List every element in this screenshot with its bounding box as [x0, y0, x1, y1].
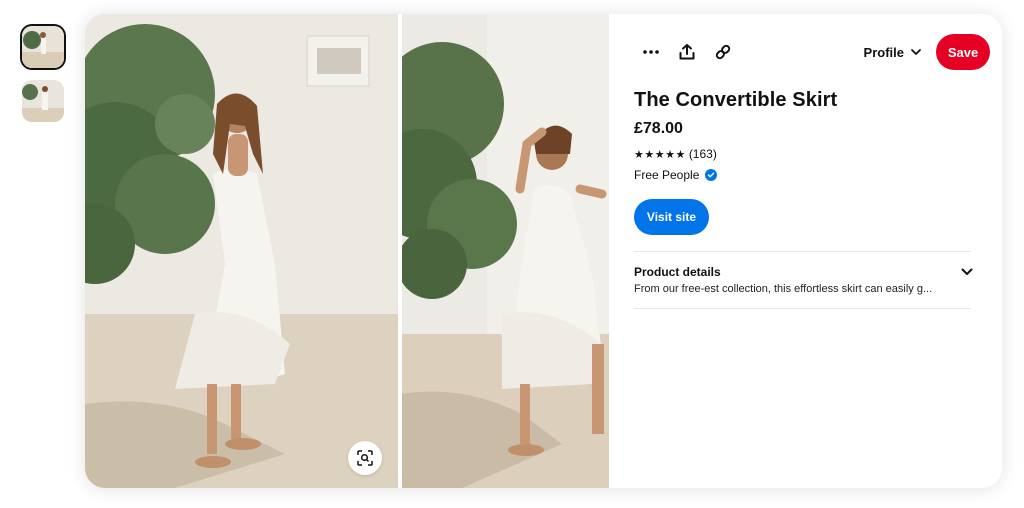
thumbnail-1-image [22, 26, 64, 68]
product-rating[interactable]: ★★★★★ (163) [634, 147, 717, 161]
visual-search-button[interactable] [348, 441, 382, 475]
product-details-toggle[interactable]: Product details [634, 265, 974, 279]
thumbnail-list [22, 26, 64, 134]
merchant-name: Free People [634, 168, 700, 182]
profile-label: Profile [863, 44, 904, 60]
divider [634, 251, 971, 252]
profile-selector[interactable]: Profile [864, 45, 922, 60]
product-price: £78.00 [634, 120, 683, 137]
share-button[interactable] [669, 34, 705, 70]
chevron-down-icon [961, 268, 973, 275]
visit-site-button[interactable]: Visit site [634, 199, 709, 235]
thumbnail-1[interactable] [22, 26, 64, 68]
product-image-1[interactable] [85, 14, 398, 488]
pin-card: Profile Save The Convertible Skirt £78.0… [85, 14, 1002, 488]
product-details-text: From our free-est collection, this effor… [634, 283, 933, 295]
merchant[interactable]: Free People [634, 168, 718, 182]
star-rating-icon: ★★★★★ [634, 148, 686, 161]
product-details-heading: Product details [634, 265, 721, 279]
rating-count: (163) [688, 147, 717, 161]
thumbnail-2-image [22, 80, 64, 122]
more-options-button[interactable] [633, 34, 669, 70]
action-toolbar: Profile Save [633, 34, 990, 70]
verified-check-icon [705, 169, 718, 181]
save-button[interactable]: Save [936, 34, 990, 70]
details-panel: Profile Save The Convertible Skirt £78.0… [609, 14, 1002, 488]
divider [634, 308, 971, 309]
product-title: The Convertible Skirt [634, 89, 838, 111]
thumbnail-2[interactable] [22, 80, 64, 122]
copy-link-button[interactable] [705, 34, 741, 70]
link-icon [715, 44, 731, 60]
ellipsis-icon [643, 50, 659, 54]
lens-search-icon [357, 450, 373, 466]
chevron-down-icon [911, 49, 921, 55]
product-image-2[interactable] [402, 14, 609, 488]
share-upload-icon [679, 44, 695, 60]
